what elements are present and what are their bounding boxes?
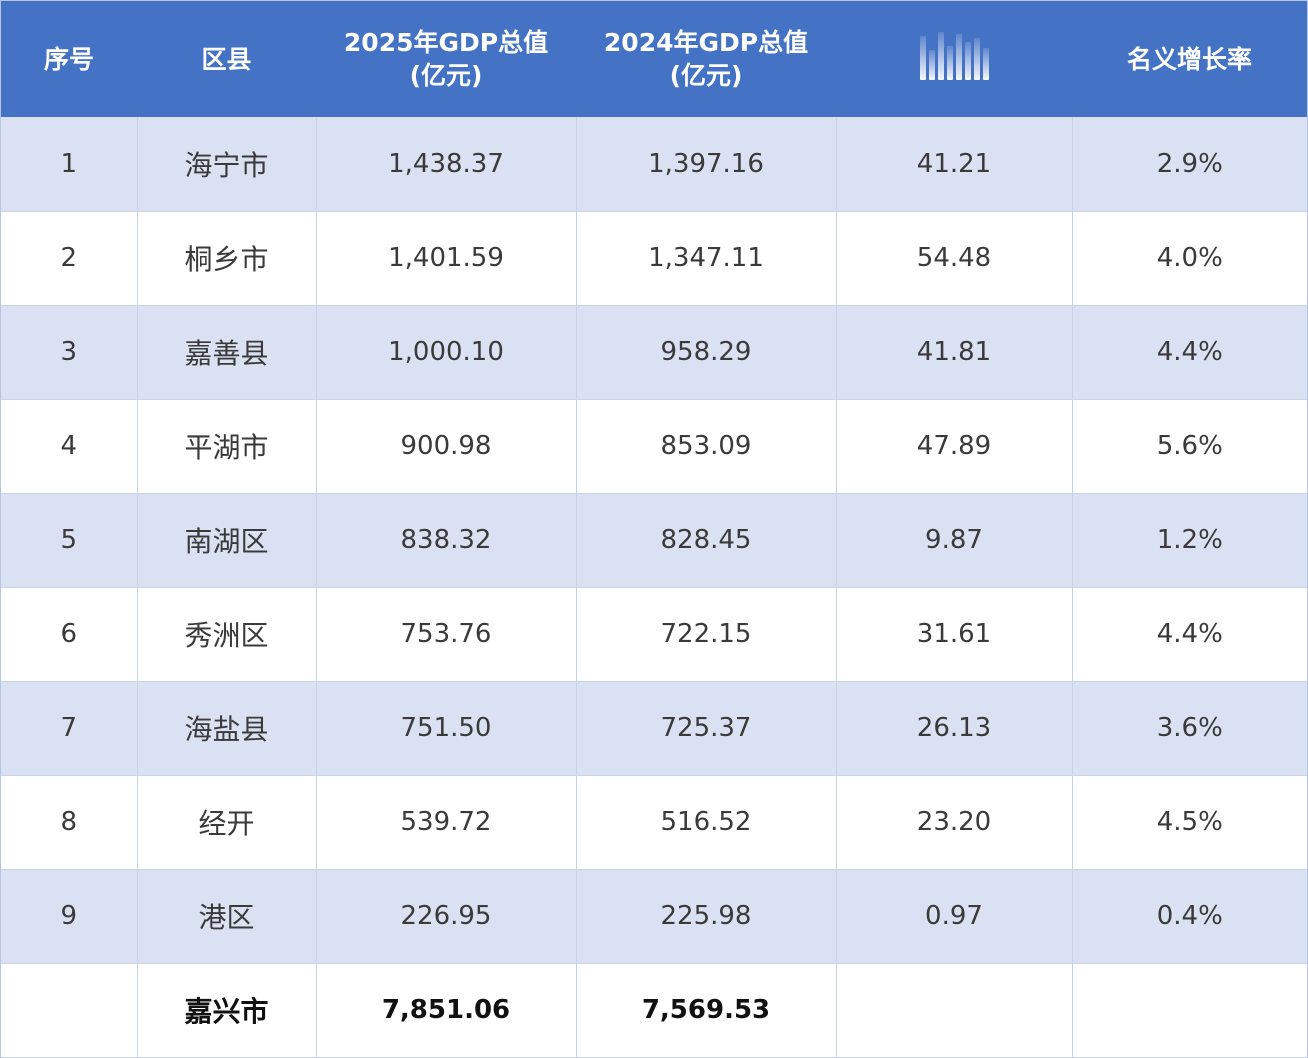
header-gdp-2024-title: 2024年GDP总值 bbox=[603, 28, 809, 57]
header-nominal-growth: 名义增长率 bbox=[1072, 1, 1307, 117]
cell-index: 4 bbox=[1, 399, 138, 494]
cell-county: 南湖区 bbox=[136, 493, 317, 588]
header-county: 区县 bbox=[137, 1, 316, 117]
cell-increase: 54.48 bbox=[835, 211, 1073, 306]
total-cell-growth bbox=[1071, 963, 1307, 1058]
cell-gdp-2024: 853.09 bbox=[575, 399, 837, 494]
header-gdp-2025-unit: (亿元) bbox=[409, 61, 483, 90]
cell-county: 海盐县 bbox=[136, 681, 317, 776]
cell-gdp-2025: 539.72 bbox=[315, 775, 577, 870]
table-row: 8 经开 539.72 516.52 23.20 4.5% bbox=[1, 775, 1307, 870]
cell-increase: 0.97 bbox=[835, 869, 1073, 964]
cell-index: 1 bbox=[1, 117, 138, 212]
cell-county: 桐乡市 bbox=[136, 211, 317, 306]
cell-gdp-2025: 900.98 bbox=[315, 399, 577, 494]
total-row: 嘉兴市 7,851.06 7,569.53 bbox=[1, 963, 1307, 1058]
cell-index: 7 bbox=[1, 681, 138, 776]
cell-gdp-2024: 225.98 bbox=[575, 869, 837, 964]
table-row: 4 平湖市 900.98 853.09 47.89 5.6% bbox=[1, 399, 1307, 494]
header-increase bbox=[836, 1, 1072, 117]
cell-increase: 26.13 bbox=[835, 681, 1073, 776]
cell-increase: 41.81 bbox=[835, 305, 1073, 400]
cell-county: 平湖市 bbox=[136, 399, 317, 494]
table-row: 7 海盐县 751.50 725.37 26.13 3.6% bbox=[1, 681, 1307, 776]
gdp-table: 序号 区县 2025年GDP总值 (亿元) 2024年GDP总值 (亿元) 名义… bbox=[1, 1, 1307, 1058]
cell-increase: 9.87 bbox=[835, 493, 1073, 588]
header-gdp-2025: 2025年GDP总值 (亿元) bbox=[316, 1, 576, 117]
cell-increase: 23.20 bbox=[835, 775, 1073, 870]
table-row: 9 港区 226.95 225.98 0.97 0.4% bbox=[1, 869, 1307, 964]
cell-gdp-2025: 751.50 bbox=[315, 681, 577, 776]
cell-county: 海宁市 bbox=[136, 117, 317, 212]
cell-county: 港区 bbox=[136, 869, 317, 964]
cell-county: 经开 bbox=[136, 775, 317, 870]
cell-index: 9 bbox=[1, 869, 138, 964]
cell-gdp-2024: 725.37 bbox=[575, 681, 837, 776]
cell-gdp-2025: 1,401.59 bbox=[315, 211, 577, 306]
cell-gdp-2025: 226.95 bbox=[315, 869, 577, 964]
cell-gdp-2024: 1,347.11 bbox=[575, 211, 837, 306]
header-index: 序号 bbox=[1, 1, 137, 117]
table-header: 序号 区县 2025年GDP总值 (亿元) 2024年GDP总值 (亿元) 名义… bbox=[1, 1, 1307, 117]
cell-county: 嘉善县 bbox=[136, 305, 317, 400]
cell-gdp-2025: 753.76 bbox=[315, 587, 577, 682]
header-gdp-2024: 2024年GDP总值 (亿元) bbox=[576, 1, 836, 117]
cell-growth: 5.6% bbox=[1071, 399, 1307, 494]
gdp-table-container: 序号 区县 2025年GDP总值 (亿元) 2024年GDP总值 (亿元) 名义… bbox=[0, 0, 1308, 1058]
cell-county: 秀洲区 bbox=[136, 587, 317, 682]
header-row: 序号 区县 2025年GDP总值 (亿元) 2024年GDP总值 (亿元) 名义… bbox=[1, 1, 1307, 117]
cell-gdp-2024: 958.29 bbox=[575, 305, 837, 400]
cell-gdp-2024: 722.15 bbox=[575, 587, 837, 682]
cell-increase: 31.61 bbox=[835, 587, 1073, 682]
cell-growth: 0.4% bbox=[1071, 869, 1307, 964]
cell-gdp-2024: 1,397.16 bbox=[575, 117, 837, 212]
cell-increase: 47.89 bbox=[835, 399, 1073, 494]
table-row: 1 海宁市 1,438.37 1,397.16 41.21 2.9% bbox=[1, 117, 1307, 212]
cell-growth: 1.2% bbox=[1071, 493, 1307, 588]
table-row: 2 桐乡市 1,401.59 1,347.11 54.48 4.0% bbox=[1, 211, 1307, 306]
cell-growth: 4.5% bbox=[1071, 775, 1307, 870]
total-cell-index bbox=[1, 963, 138, 1058]
cell-gdp-2025: 1,000.10 bbox=[315, 305, 577, 400]
cell-growth: 2.9% bbox=[1071, 117, 1307, 212]
table-row: 3 嘉善县 1,000.10 958.29 41.81 4.4% bbox=[1, 305, 1307, 400]
table-body: 1 海宁市 1,438.37 1,397.16 41.21 2.9% 2 桐乡市 1,401.5… bbox=[1, 117, 1307, 1058]
header-gdp-2024-unit: (亿元) bbox=[669, 61, 743, 90]
cell-index: 2 bbox=[1, 211, 138, 306]
header-gdp-2025-title: 2025年GDP总值 bbox=[343, 28, 549, 57]
cell-growth: 4.4% bbox=[1071, 305, 1307, 400]
total-cell-gdp-2024: 7,569.53 bbox=[575, 963, 837, 1058]
cell-growth: 4.4% bbox=[1071, 587, 1307, 682]
table-row: 5 南湖区 838.32 828.45 9.87 1.2% bbox=[1, 493, 1307, 588]
cell-increase: 41.21 bbox=[835, 117, 1073, 212]
cell-gdp-2024: 516.52 bbox=[575, 775, 837, 870]
cell-gdp-2025: 1,438.37 bbox=[315, 117, 577, 212]
cell-gdp-2024: 828.45 bbox=[575, 493, 837, 588]
cell-index: 5 bbox=[1, 493, 138, 588]
cell-index: 8 bbox=[1, 775, 138, 870]
total-cell-gdp-2025: 7,851.06 bbox=[315, 963, 577, 1058]
cell-index: 6 bbox=[1, 587, 138, 682]
total-cell-increase bbox=[835, 963, 1073, 1058]
cell-growth: 3.6% bbox=[1071, 681, 1307, 776]
cell-index: 3 bbox=[1, 305, 138, 400]
cell-gdp-2025: 838.32 bbox=[315, 493, 577, 588]
total-cell-county: 嘉兴市 bbox=[136, 963, 317, 1058]
vertical-bars-icon bbox=[915, 30, 993, 80]
table-row: 6 秀洲区 753.76 722.15 31.61 4.4% bbox=[1, 587, 1307, 682]
cell-growth: 4.0% bbox=[1071, 211, 1307, 306]
